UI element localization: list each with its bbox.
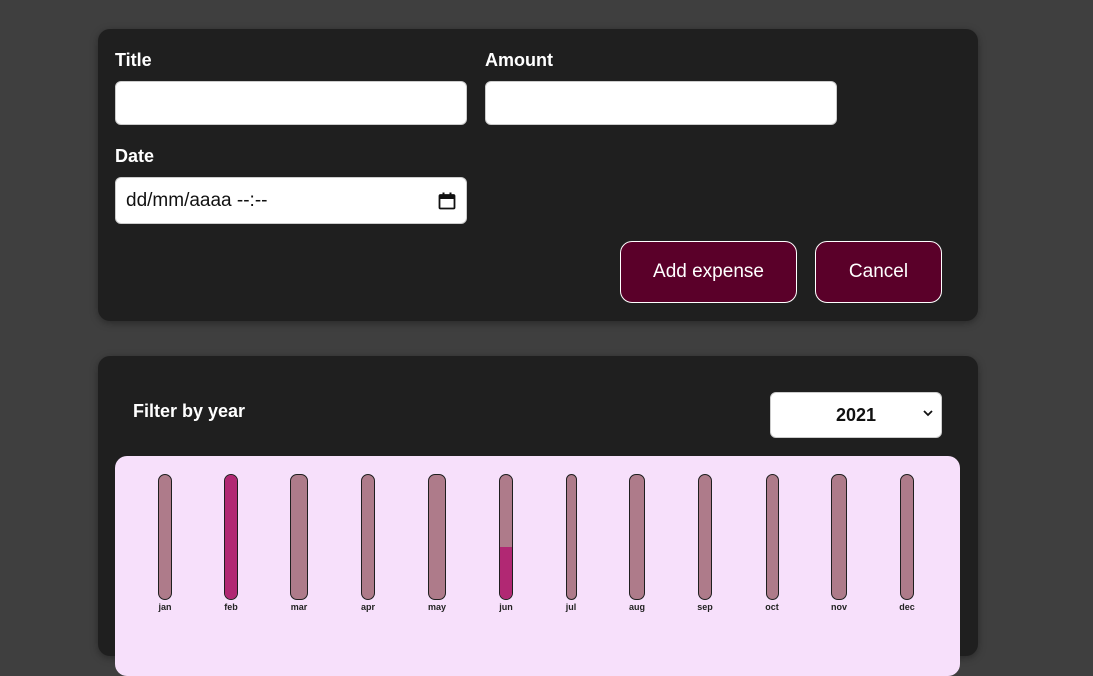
year-select-value: 2021 (835, 404, 877, 425)
calendar-icon[interactable] (438, 192, 456, 210)
date-input[interactable]: dd/mm/aaaa --:-- (115, 177, 467, 224)
chart-bar-apr (361, 474, 375, 600)
chart-label-dec: dec (899, 602, 915, 612)
chart-bar-nov (831, 474, 847, 600)
expenses-filter-card: Filter by year 2021 jan feb mar apr may jun ju… (98, 356, 978, 676)
date-placeholder: dd/mm/aaaa --:-- (126, 189, 268, 211)
chart-label-feb: feb (224, 602, 238, 612)
chart-label-mar: mar (290, 602, 308, 612)
date-label: Date (115, 146, 155, 166)
chart-bar-aug (629, 474, 645, 600)
new-expense-form: Title Amount Date dd/mm/aaaa --:-- Add e… (98, 29, 978, 321)
chart-label-aug: aug (628, 602, 645, 612)
chart-bar-fill-feb (225, 475, 237, 599)
title-label: Title (115, 50, 152, 70)
chart-label-oct: oct (765, 602, 779, 612)
cancel-button[interactable]: Cancel (815, 241, 942, 303)
chart-bar-jul (565, 474, 577, 600)
chart-bar-jun (499, 474, 513, 600)
amount-label: Amount (485, 50, 553, 70)
filter-label: Filter by year (133, 401, 246, 421)
amount-input[interactable] (485, 81, 837, 125)
chart-bar-may (428, 474, 446, 600)
chart-label-may: may (427, 602, 446, 612)
chart-bar-jan (158, 474, 172, 600)
chart-bar-dec (900, 474, 914, 600)
expenses-chart: jan feb mar apr may jun jul aug sep oct nov dec (115, 456, 960, 676)
chart-bar-mar (290, 474, 308, 600)
year-select[interactable]: 2021 (770, 392, 942, 438)
chart-bar-feb (224, 474, 238, 600)
chart-label-nov: nov (830, 602, 847, 612)
chart-bar-fill-jun (500, 546, 512, 599)
add-expense-button[interactable]: Add expense (620, 241, 797, 303)
chart-label-jan: jan (158, 602, 172, 612)
chart-bar-oct (765, 474, 779, 600)
title-input[interactable] (115, 81, 467, 125)
chart-label-jun: jun (499, 602, 513, 612)
chart-label-jul: jul (565, 602, 577, 612)
chart-bar-sep (698, 474, 712, 600)
chart-label-apr: apr (360, 602, 375, 612)
chart-label-sep: sep (697, 602, 713, 612)
chevron-down-icon (923, 410, 933, 417)
